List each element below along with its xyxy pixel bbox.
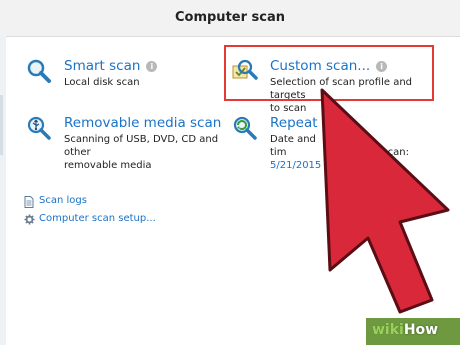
smart-scan-desc: Local disk scan (64, 77, 140, 88)
watermark-wiki: wiki (372, 322, 404, 338)
wikihow-watermark: wikiHow (372, 322, 438, 338)
usb-icon (27, 116, 51, 140)
scan-logs-label[interactable]: Scan logs (39, 195, 87, 206)
computer-scan-window: Computer scan Smart scan i Local disk sca… (0, 0, 460, 345)
removable-media-scan-desc: Scanning of USB, DVD, CD and other remov… (64, 133, 226, 172)
repeat-last-date[interactable]: 5/21/2015 6 (270, 159, 452, 172)
highlight-box (224, 45, 434, 101)
computer-scan-setup-label[interactable]: Computer scan setup... (39, 213, 156, 224)
removable-desc-line: removable media (64, 160, 152, 171)
left-panel-scrollbar[interactable] (0, 95, 3, 155)
smart-scan-title[interactable]: Smart scan (64, 58, 140, 74)
repeat-desc-line: Date and tim (270, 134, 316, 158)
scan-logs-link[interactable]: Scan logs (24, 195, 156, 213)
document-icon (24, 196, 34, 208)
removable-media-scan-title[interactable]: Removable media scan (64, 115, 221, 131)
computer-scan-setup-link[interactable]: Computer scan setup... (24, 213, 156, 231)
custom-scan-desc-line: to scan (270, 103, 307, 114)
window-title: Computer scan (174, 10, 286, 25)
left-panel-edge (0, 36, 6, 345)
repeat-last-scan-option[interactable]: Repeat la Date and tim scan: 5/21/2015 6 (232, 115, 452, 171)
repeat-scan-title[interactable]: Repeat la (270, 115, 334, 131)
title-bar: Computer scan (0, 0, 460, 37)
repeat-desc-suffix: scan: (382, 147, 409, 158)
magnifier-icon (27, 59, 51, 83)
repeat-scan-icon (233, 116, 257, 140)
info-icon[interactable]: i (146, 60, 158, 72)
gear-icon (24, 214, 35, 225)
smart-scan-option[interactable]: Smart scan i Local disk scan (26, 58, 216, 98)
removable-media-scan-option[interactable]: Removable media scan Scanning of USB, DV… (26, 115, 226, 171)
watermark-how: How (403, 322, 439, 338)
repeat-scan-desc: Date and tim scan: 5/21/2015 6 (270, 133, 452, 172)
removable-desc-line: Scanning of USB, DVD, CD and other (64, 134, 219, 158)
bottom-links: Scan logs Computer scan setup... (24, 195, 156, 231)
